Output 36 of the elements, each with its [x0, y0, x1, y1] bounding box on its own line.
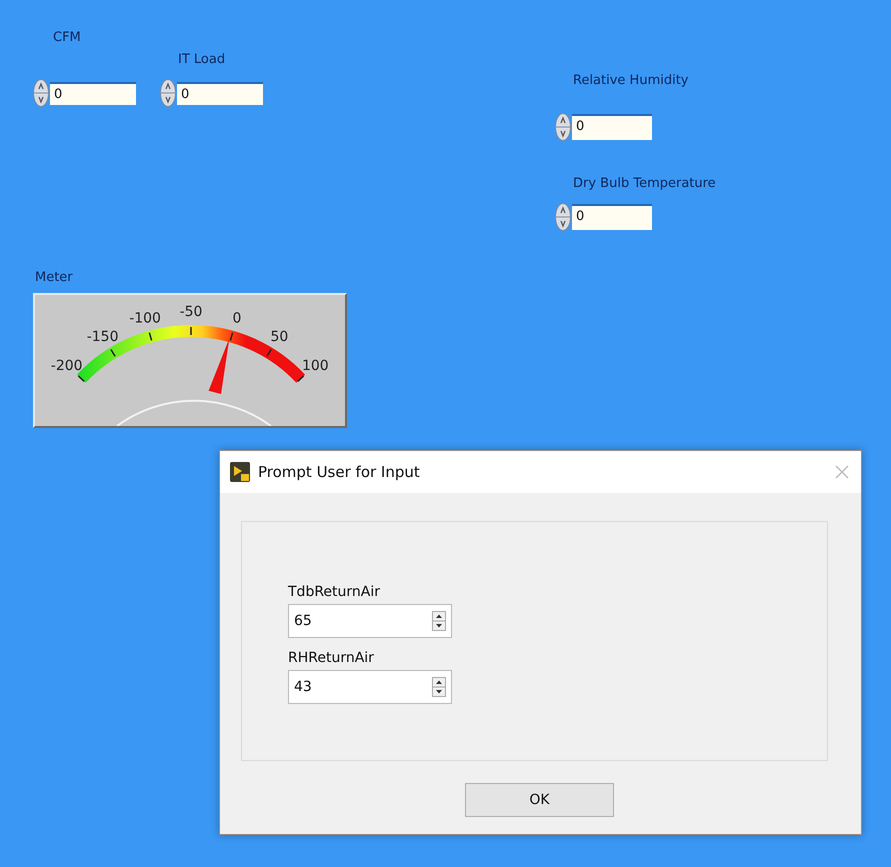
numeric-field[interactable]: 0: [177, 82, 263, 104]
app-icon: [230, 462, 250, 482]
tick-mark: [266, 349, 272, 357]
numeric-field[interactable]: 0: [572, 114, 652, 140]
spinner-icon[interactable]: [33, 79, 49, 107]
control-label: Relative Humidity: [573, 73, 689, 88]
control-label: Dry Bulb Temperature: [573, 176, 716, 191]
field-label: RHReturnAir: [288, 650, 374, 666]
numeric-field[interactable]: 43: [288, 670, 452, 704]
numeric-field[interactable]: 0: [572, 204, 652, 230]
spinner-icon[interactable]: [432, 677, 446, 697]
spinner-icon[interactable]: [160, 79, 176, 107]
tick-mark: [230, 332, 234, 341]
numeric-field[interactable]: 0: [50, 82, 136, 104]
spinner-icon[interactable]: [555, 203, 571, 231]
spinner-icon[interactable]: [432, 611, 446, 631]
tick-mark: [190, 327, 192, 335]
scale-label: 50: [270, 328, 288, 345]
field-label: TdbReturnAir: [288, 584, 380, 600]
tick-mark: [110, 349, 116, 357]
control-label: IT Load: [178, 52, 226, 67]
control-label: CFM: [53, 30, 81, 45]
spinner-icon[interactable]: [555, 113, 571, 141]
numeric-field[interactable]: 65: [288, 604, 452, 638]
scale-label: -150: [86, 328, 118, 345]
scale-label: -100: [129, 310, 161, 326]
tick-mark: [148, 332, 152, 341]
scale-label: 0: [232, 310, 242, 326]
scale-label: -50: [180, 304, 202, 320]
tick-mark: [78, 375, 85, 382]
meter-label: Meter: [35, 270, 73, 285]
window-title: Prompt User for Input: [258, 463, 421, 481]
scale-label: -200: [50, 358, 83, 374]
scale-label: 100: [302, 358, 329, 374]
tick-mark: [297, 375, 304, 382]
ok-button[interactable]: OK: [465, 783, 614, 817]
